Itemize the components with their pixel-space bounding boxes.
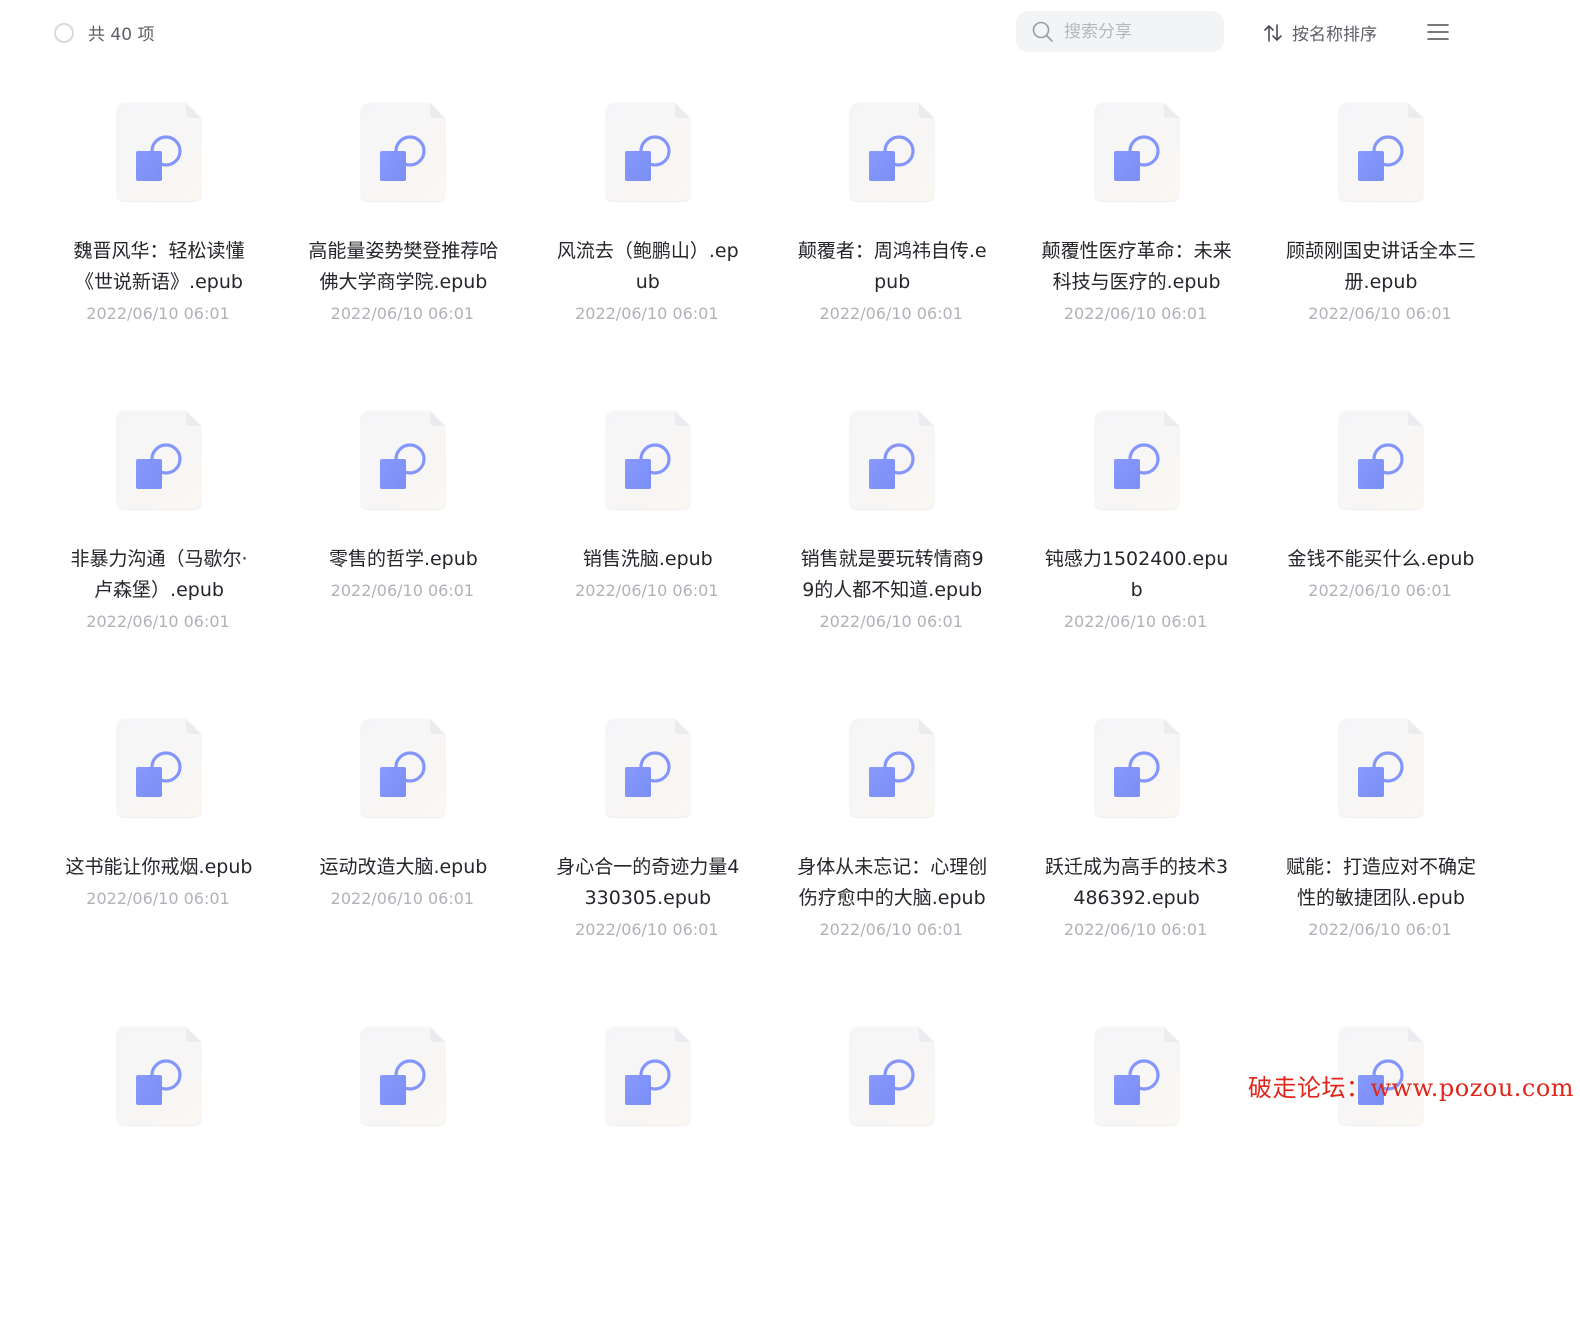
file-card[interactable]: 运动改造大脑.epub 2022/06/10 06:01 xyxy=(280,712,524,1012)
epub-file-icon xyxy=(117,411,201,509)
sort-icon xyxy=(1264,23,1282,42)
file-card[interactable]: 销售洗脑.epub 2022/06/10 06:01 xyxy=(525,404,769,704)
file-date: 2022/06/10 06:01 xyxy=(575,920,719,939)
view-menu-button[interactable] xyxy=(1426,22,1450,42)
file-card[interactable]: 颠覆者：周鸿祎自传.epub 2022/06/10 06:01 xyxy=(769,96,1013,396)
file-name: 风流去（鲍鹏山）.epub xyxy=(556,240,739,293)
file-card[interactable]: 风流去（鲍鹏山）.epub 2022/06/10 06:01 xyxy=(525,96,769,396)
sort-button[interactable]: 按名称排序 xyxy=(1262,20,1377,45)
file-name: 非暴力沟通（马歇尔·卢森堡）.epub xyxy=(70,548,248,601)
file-name: 赋能：打造应对不确定性的敏捷团队.epub xyxy=(1286,856,1476,909)
epub-file-icon xyxy=(117,719,201,817)
file-card[interactable]: 高能量姿势樊登推荐哈佛大学商学院.epub 2022/06/10 06:01 xyxy=(280,96,524,396)
file-date: 2022/06/10 06:01 xyxy=(86,304,230,323)
file-name: 零售的哲学.epub xyxy=(328,548,478,570)
search-box[interactable] xyxy=(1016,11,1224,52)
epub-file-icon xyxy=(850,1027,935,1125)
file-name: 销售洗脑.epub xyxy=(582,548,713,570)
file-card[interactable] xyxy=(769,1020,1013,1320)
file-name: 这书能让你戒烟.epub xyxy=(65,856,253,878)
menu-icon xyxy=(1427,24,1449,40)
file-card[interactable]: 钝感力1502400.epub 2022/06/10 06:01 xyxy=(1014,404,1258,704)
file-name: 顾颉刚国史讲话全本三册.epub xyxy=(1286,240,1476,293)
file-card[interactable]: 零售的哲学.epub 2022/06/10 06:01 xyxy=(280,404,524,704)
file-name: 颠覆性医疗革命：未来科技与医疗的.epub xyxy=(1041,240,1232,293)
sort-label: 按名称排序 xyxy=(1292,25,1377,45)
file-date: 2022/06/10 06:01 xyxy=(1308,920,1452,939)
file-date: 2022/06/10 06:01 xyxy=(575,581,719,600)
item-count-label: 共 40 项 xyxy=(88,25,155,45)
file-card[interactable]: 魏晋风华：轻松读懂《世说新语》.epub 2022/06/10 06:01 xyxy=(36,96,280,396)
epub-file-icon xyxy=(605,103,690,201)
epub-file-icon xyxy=(605,719,690,817)
file-name: 金钱不能买什么.epub xyxy=(1287,548,1475,570)
file-date: 2022/06/10 06:01 xyxy=(575,304,719,323)
file-date: 2022/06/10 06:01 xyxy=(1063,612,1208,631)
file-date: 2022/06/10 06:01 xyxy=(1308,581,1452,600)
file-card[interactable]: 跃迁成为高手的技术3486392.epub 2022/06/10 06:01 xyxy=(1014,712,1258,1012)
select-all-checkbox[interactable] xyxy=(54,22,74,43)
file-card[interactable]: 颠覆性医疗革命：未来科技与医疗的.epub 2022/06/10 06:01 xyxy=(1014,96,1258,396)
file-date: 2022/06/10 06:01 xyxy=(330,889,475,908)
epub-file-icon xyxy=(1094,719,1179,817)
file-date: 2022/06/10 06:01 xyxy=(86,612,230,631)
watermark-text: 破走论坛：www.pozou.com xyxy=(1248,1074,1575,1102)
epub-file-icon xyxy=(361,103,446,201)
file-name: 运动改造大脑.epub xyxy=(319,856,488,878)
file-card[interactable] xyxy=(1014,1020,1258,1320)
file-name: 跃迁成为高手的技术3486392.epub xyxy=(1045,856,1229,909)
epub-file-icon xyxy=(1094,411,1179,509)
file-card[interactable]: 金钱不能买什么.epub 2022/06/10 06:01 xyxy=(1258,404,1502,704)
file-name: 钝感力1502400.epub xyxy=(1044,548,1229,601)
file-card[interactable] xyxy=(280,1020,524,1320)
file-card[interactable]: 身体从未忘记：心理创伤疗愈中的大脑.epub 2022/06/10 06:01 xyxy=(769,712,1013,1012)
file-name: 魏晋风华：轻松读懂《世说新语》.epub xyxy=(73,240,245,293)
epub-file-icon xyxy=(1094,103,1179,201)
file-card[interactable]: 这书能让你戒烟.epub 2022/06/10 06:01 xyxy=(36,712,280,1012)
file-date: 2022/06/10 06:01 xyxy=(1308,304,1452,323)
file-name: 身心合一的奇迹力量4330305.epub xyxy=(556,856,740,909)
epub-file-icon xyxy=(1339,411,1423,509)
file-date: 2022/06/10 06:01 xyxy=(1063,304,1208,323)
file-date: 2022/06/10 06:01 xyxy=(819,304,963,323)
epub-file-icon xyxy=(850,411,935,509)
file-card[interactable]: 销售就是要玩转情商99的人都不知道.epub 2022/06/10 06:01 xyxy=(769,404,1013,704)
epub-file-icon xyxy=(1339,103,1423,201)
file-name: 高能量姿势樊登推荐哈佛大学商学院.epub xyxy=(308,240,499,293)
epub-file-icon xyxy=(361,411,446,509)
file-date: 2022/06/10 06:01 xyxy=(86,889,230,908)
select-all-toggle[interactable]: 共 40 项 xyxy=(54,20,154,45)
file-date: 2022/06/10 06:01 xyxy=(1063,920,1208,939)
file-name: 销售就是要玩转情商99的人都不知道.epub xyxy=(800,548,984,601)
toolbar: 共 40 项 按名称排序 xyxy=(0,0,1580,64)
file-date: 2022/06/10 06:01 xyxy=(819,920,963,939)
file-date: 2022/06/10 06:01 xyxy=(330,581,475,600)
file-card[interactable]: 非暴力沟通（马歇尔·卢森堡）.epub 2022/06/10 06:01 xyxy=(36,404,280,704)
file-date: 2022/06/10 06:01 xyxy=(819,612,963,631)
epub-file-icon xyxy=(1339,719,1423,817)
file-name: 颠覆者：周鸿祎自传.epub xyxy=(797,240,987,293)
file-card[interactable]: 顾颉刚国史讲话全本三册.epub 2022/06/10 06:01 xyxy=(1258,96,1502,396)
epub-file-icon xyxy=(361,719,446,817)
search-input[interactable] xyxy=(1062,20,1216,43)
epub-file-icon xyxy=(850,103,935,201)
epub-file-icon xyxy=(361,1027,446,1125)
epub-file-icon xyxy=(117,1027,201,1125)
epub-file-icon xyxy=(1094,1027,1179,1125)
epub-file-icon xyxy=(605,411,690,509)
epub-file-icon xyxy=(605,1027,690,1125)
file-card[interactable]: 身心合一的奇迹力量4330305.epub 2022/06/10 06:01 xyxy=(525,712,769,1012)
epub-file-icon xyxy=(850,719,935,817)
file-card[interactable]: 赋能：打造应对不确定性的敏捷团队.epub 2022/06/10 06:01 xyxy=(1258,712,1502,1012)
file-card[interactable] xyxy=(525,1020,769,1320)
file-card[interactable] xyxy=(1258,1020,1502,1320)
file-name: 身体从未忘记：心理创伤疗愈中的大脑.epub xyxy=(797,856,988,909)
file-card[interactable] xyxy=(36,1020,280,1320)
search-icon xyxy=(1032,21,1053,42)
file-date: 2022/06/10 06:01 xyxy=(330,304,475,323)
epub-file-icon xyxy=(117,103,201,201)
